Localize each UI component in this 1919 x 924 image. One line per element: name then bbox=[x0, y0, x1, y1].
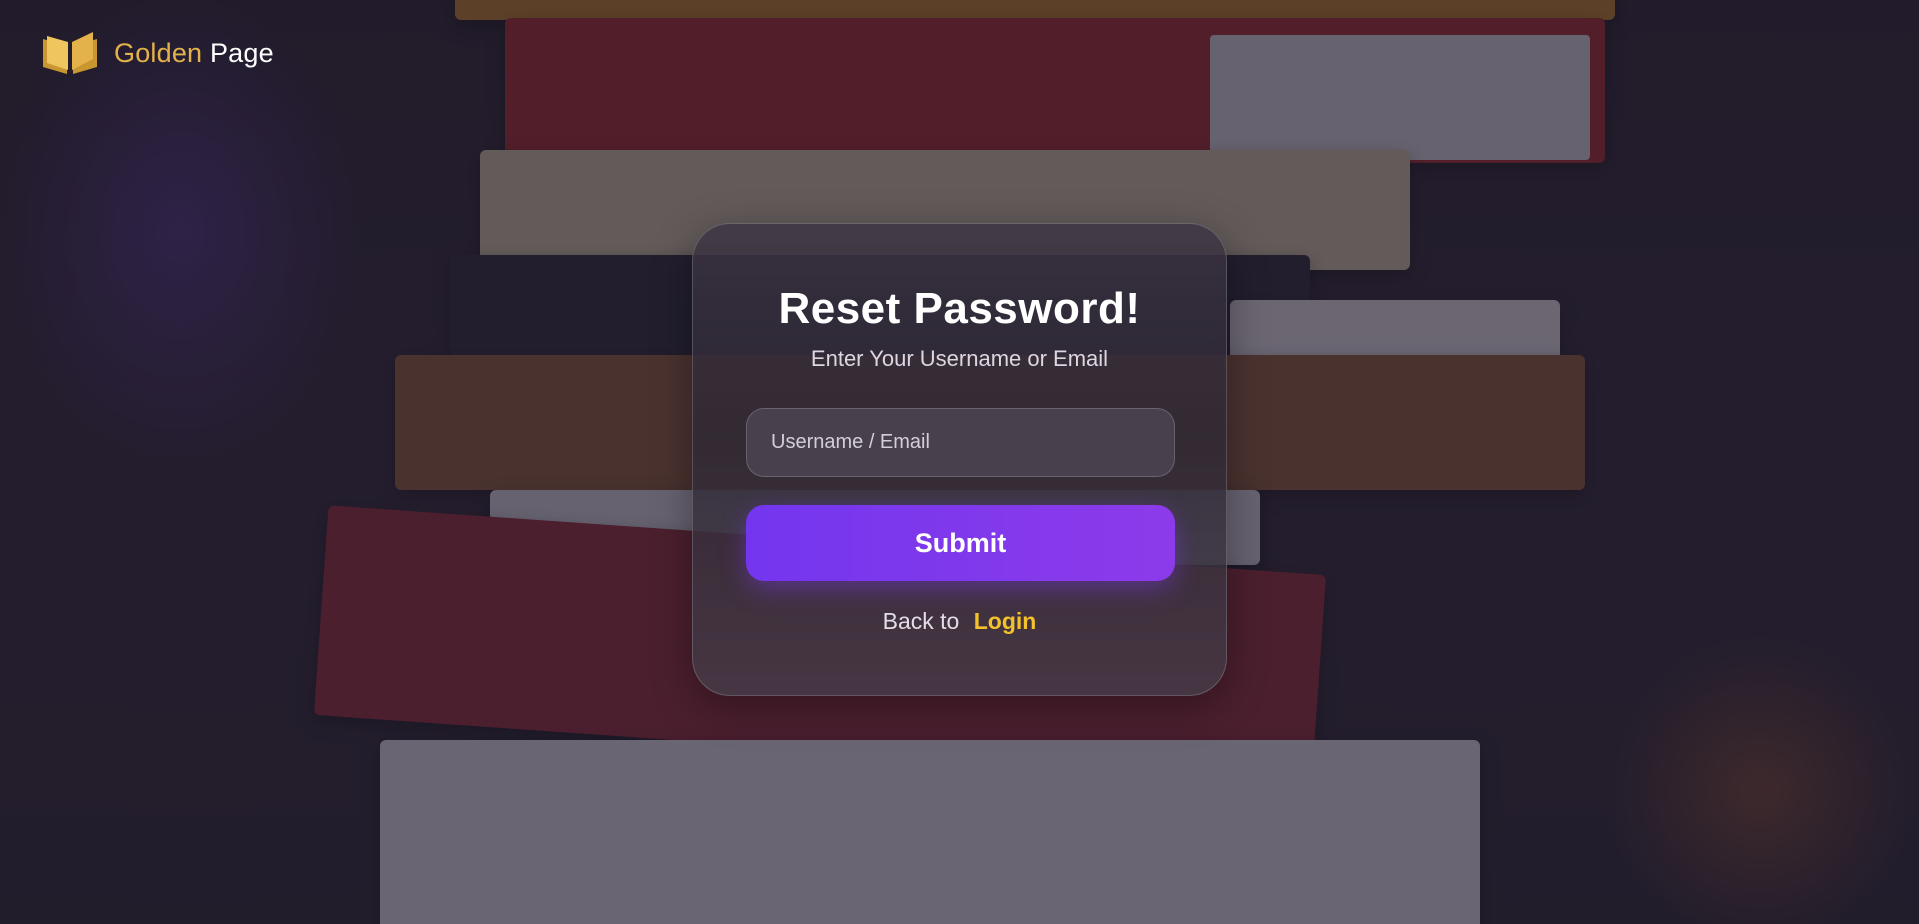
back-to-label: Back to bbox=[882, 608, 960, 634]
brand-name: Golden Page bbox=[114, 38, 274, 69]
reset-password-card: Reset Password! Enter Your Username or E… bbox=[692, 223, 1227, 696]
back-to-login: Back to Login bbox=[693, 608, 1226, 635]
brand-name-part1: Golden bbox=[114, 37, 203, 68]
brand-logo[interactable]: Golden Page bbox=[40, 30, 274, 76]
page-title: Reset Password! bbox=[778, 284, 1141, 333]
username-email-field[interactable] bbox=[746, 408, 1175, 477]
username-email-input[interactable] bbox=[747, 409, 1174, 476]
brand-name-part2: Page bbox=[209, 37, 274, 68]
submit-button[interactable]: Submit bbox=[746, 505, 1175, 581]
login-link[interactable]: Login bbox=[974, 608, 1037, 634]
open-book-icon bbox=[40, 30, 100, 76]
form-subtitle: Enter Your Username or Email bbox=[810, 346, 1109, 371]
